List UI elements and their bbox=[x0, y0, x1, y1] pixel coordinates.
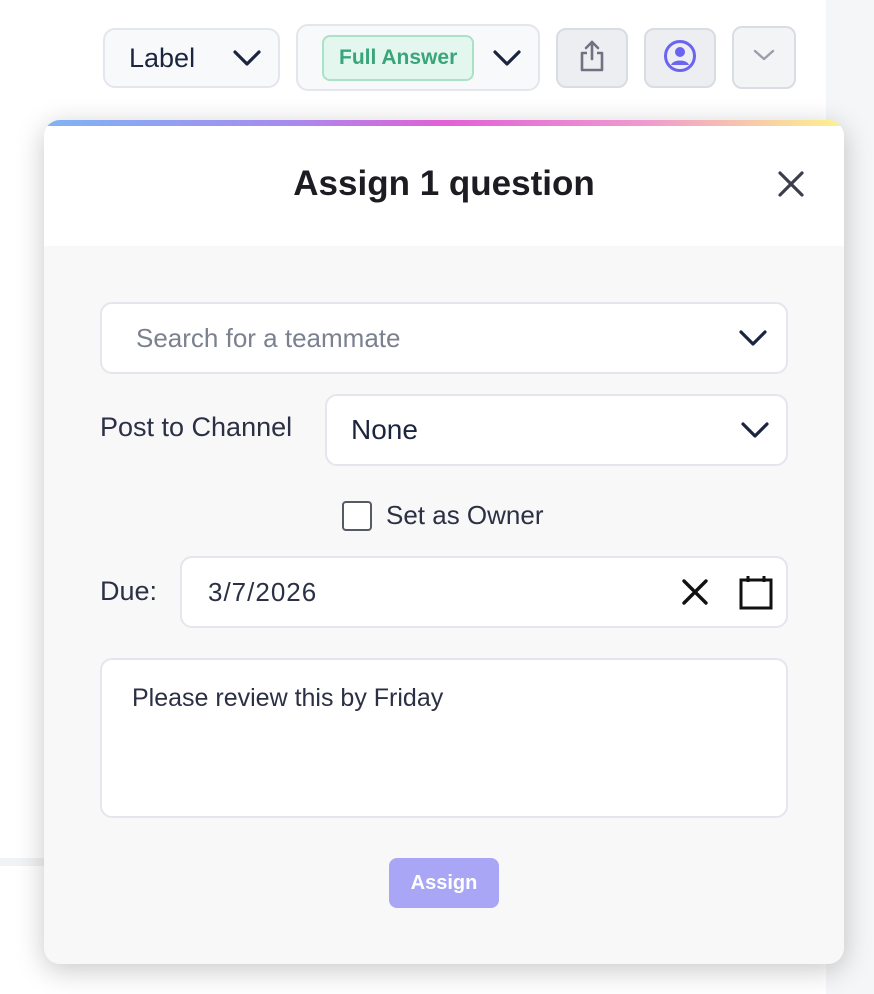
chevron-down-icon bbox=[740, 420, 770, 440]
close-button[interactable] bbox=[776, 170, 806, 203]
due-date-value[interactable]: 3/7/2026 bbox=[208, 577, 678, 608]
share-icon bbox=[578, 39, 606, 78]
teammate-search-select[interactable]: Search for a teammate bbox=[100, 302, 788, 374]
chevron-down-icon bbox=[232, 48, 262, 68]
full-answer-badge: Full Answer bbox=[322, 34, 475, 81]
label-select[interactable]: Label bbox=[103, 28, 280, 88]
user-circle-icon bbox=[663, 39, 697, 78]
label-select-text: Label bbox=[129, 42, 196, 73]
answer-type-select[interactable]: Full Answer bbox=[296, 24, 540, 91]
calendar-icon[interactable] bbox=[738, 574, 774, 610]
channel-select[interactable]: None bbox=[325, 394, 788, 466]
set-as-owner-row: Set as Owner bbox=[342, 500, 544, 531]
assign-button[interactable]: Assign bbox=[389, 858, 499, 908]
close-icon bbox=[777, 170, 805, 203]
dialog-header: Assign 1 question bbox=[44, 126, 844, 246]
assign-user-button[interactable] bbox=[644, 28, 716, 88]
due-label: Due: bbox=[100, 576, 158, 606]
due-date-input[interactable]: 3/7/2026 bbox=[180, 556, 788, 628]
more-options-button[interactable] bbox=[732, 26, 796, 89]
dialog-title: Assign 1 question bbox=[293, 164, 595, 203]
chevron-down-icon bbox=[738, 328, 768, 348]
post-to-channel-label: Post to Channel bbox=[100, 412, 293, 442]
clear-date-icon[interactable] bbox=[678, 575, 712, 609]
assign-dialog: Assign 1 question Search for a teammate … bbox=[44, 120, 844, 964]
set-as-owner-checkbox[interactable] bbox=[342, 500, 372, 531]
note-text: Please review this by Friday bbox=[132, 684, 444, 712]
share-button[interactable] bbox=[556, 28, 628, 88]
channel-select-value: None bbox=[351, 414, 418, 445]
teammate-search-placeholder: Search for a teammate bbox=[136, 322, 401, 353]
chevron-down-icon bbox=[752, 47, 776, 68]
chevron-down-icon bbox=[492, 48, 522, 68]
set-as-owner-label[interactable]: Set as Owner bbox=[386, 500, 544, 531]
note-textarea[interactable]: Please review this by Friday bbox=[100, 658, 788, 818]
